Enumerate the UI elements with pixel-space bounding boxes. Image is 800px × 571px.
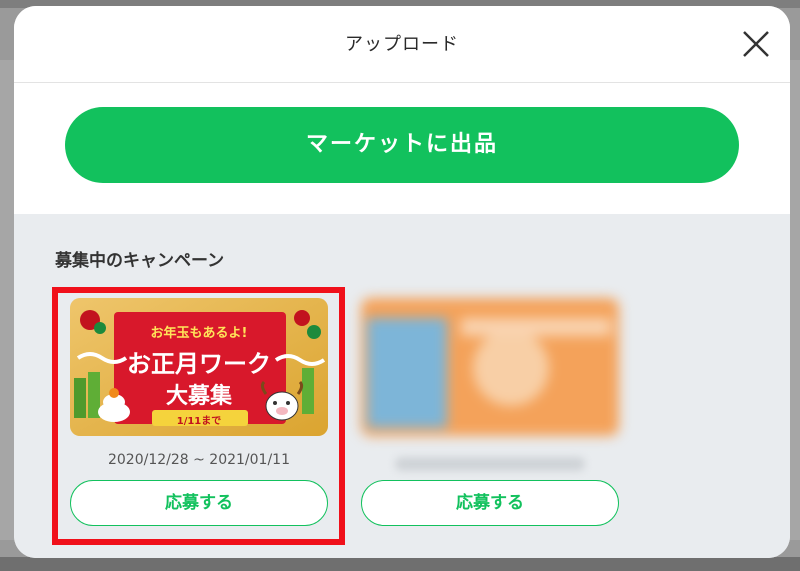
blurred-banner-art xyxy=(361,298,619,436)
close-icon xyxy=(743,31,769,57)
campaign-banner-blurred[interactable] xyxy=(361,298,619,436)
modal-header: アップロード xyxy=(14,6,790,83)
background-bottom-bar xyxy=(0,557,800,571)
campaign-section-title: 募集中のキャンペーン xyxy=(55,251,225,271)
background-left-edge xyxy=(0,60,14,540)
apply-button[interactable]: 応募する xyxy=(361,480,619,526)
modal-title: アップロード xyxy=(345,34,459,55)
close-button[interactable] xyxy=(740,28,772,60)
upload-section: マーケットに出品 xyxy=(14,83,790,214)
highlight-frame xyxy=(52,287,345,545)
upload-modal: アップロード マーケットに出品 募集中のキャンペーン お年玉もあるよ! お正月ワ… xyxy=(14,6,790,558)
campaign-section: 募集中のキャンペーン お年玉もあるよ! お正月ワーク 大募集 1/11まで 20… xyxy=(14,214,790,558)
market-listing-button[interactable]: マーケットに出品 xyxy=(65,107,739,183)
campaign-period-blurred xyxy=(395,457,585,471)
